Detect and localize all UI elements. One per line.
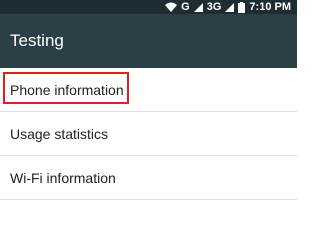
clock: 7:10 PM [249, 1, 291, 13]
list-item-wifi-information[interactable]: Wi-Fi information [0, 156, 297, 200]
signal-icon [193, 2, 203, 12]
wifi-icon [165, 2, 178, 12]
list-item-label: Usage statistics [10, 125, 109, 142]
page-title: Testing [10, 31, 64, 50]
list-item-label: Wi-Fi information [10, 169, 116, 186]
app-bar: Testing [0, 14, 297, 68]
list-item-usage-statistics[interactable]: Usage statistics [0, 112, 297, 156]
signal-icon-2 [225, 2, 235, 12]
list-item-label: Phone information [10, 81, 124, 98]
status-bar: G 3G 7:10 PM [0, 0, 297, 14]
network-type-3g: 3G [206, 1, 222, 13]
network-type-g: G [181, 1, 190, 13]
list-item-phone-information[interactable]: Phone information [0, 68, 297, 112]
battery-icon [238, 1, 246, 13]
settings-list: Phone information Usage statistics Wi-Fi… [0, 68, 297, 200]
